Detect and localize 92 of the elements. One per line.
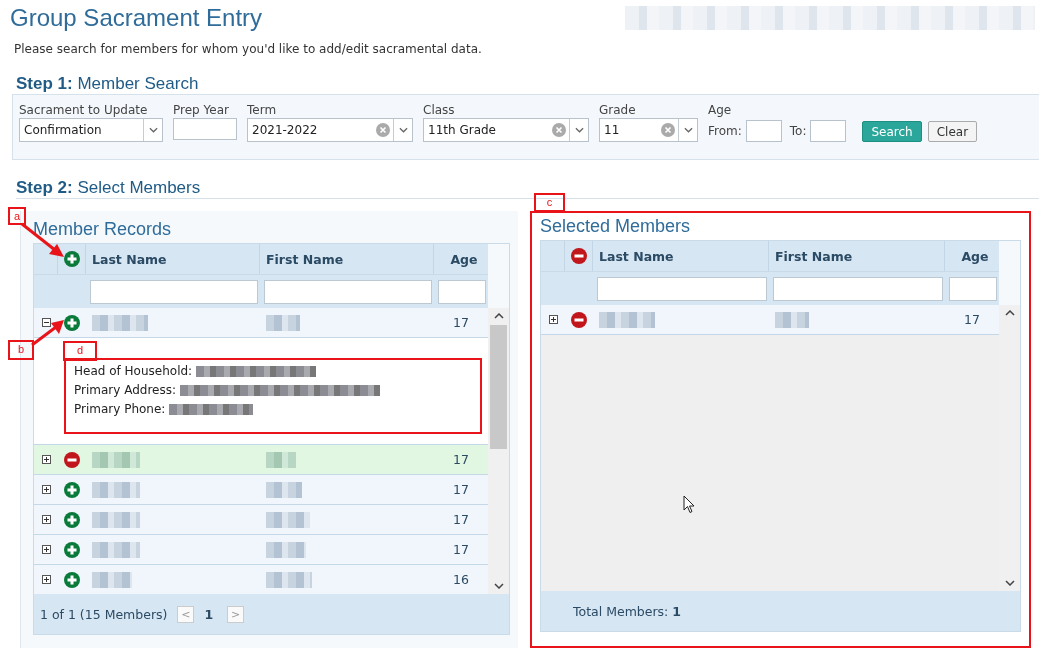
redacted-text — [92, 541, 140, 558]
total-members: Total Members: 1 — [572, 603, 681, 619]
redacted-text — [92, 571, 132, 588]
table-cell-text: 17 — [452, 481, 470, 499]
field-label: Age — [708, 103, 733, 117]
table-cell-text: 17 — [452, 451, 470, 469]
detail-label: Primary Address: — [74, 383, 177, 397]
table-row[interactable]: 17 — [541, 305, 999, 335]
filter-field[interactable] — [438, 279, 486, 304]
text-field[interactable] — [173, 118, 237, 140]
redacted-text — [92, 451, 140, 468]
redacted-text — [92, 481, 140, 498]
redacted-text — [266, 511, 310, 528]
filter-field[interactable] — [90, 279, 258, 304]
scrollbar[interactable] — [999, 305, 1020, 591]
remove-icon[interactable] — [64, 451, 80, 468]
caret-icon — [398, 127, 408, 133]
dropdown-field[interactable]: Confirmation — [19, 118, 163, 142]
add-icon[interactable] — [64, 511, 80, 528]
field-label: Class — [423, 103, 456, 117]
field-label: Term — [247, 103, 278, 117]
expand-icon[interactable] — [41, 575, 51, 584]
annotation-label: d — [63, 341, 97, 361]
collapse-icon[interactable] — [41, 318, 51, 327]
remove-icon[interactable] — [570, 248, 587, 264]
scrollbar[interactable] — [488, 308, 509, 594]
annotation-label: a — [8, 207, 26, 225]
panel-title: Member Records — [33, 219, 173, 241]
redacted-text — [775, 311, 809, 328]
intro-text: Please search for members for whom you'd like to add/edit sacramental data. — [14, 42, 483, 56]
table-cell-text: 17 — [452, 541, 470, 559]
scroll-down-icon[interactable] — [493, 583, 504, 589]
redacted-text — [92, 314, 148, 331]
redacted-text — [266, 314, 300, 331]
mouse-pointer-icon — [683, 495, 695, 514]
add-icon[interactable] — [64, 481, 80, 498]
filter-field[interactable] — [264, 279, 432, 304]
column-header[interactable]: Age — [434, 244, 488, 274]
expand-icon[interactable] — [548, 315, 558, 324]
table-cell-text: 16 — [452, 571, 470, 589]
caret-icon — [148, 127, 158, 133]
table-cell-text: 17 — [963, 311, 981, 329]
caret-icon — [574, 127, 584, 133]
combo-field[interactable]: 2021-2022 — [247, 118, 413, 142]
redacted-text — [266, 481, 302, 498]
table-cell-text: 17 — [452, 314, 470, 332]
section-heading: Step 1: Member Search — [16, 74, 200, 94]
remove-icon[interactable] — [571, 311, 587, 328]
scroll-down-icon[interactable] — [1004, 580, 1015, 586]
add-icon[interactable] — [64, 541, 80, 558]
redacted-text — [92, 511, 140, 528]
combo-field[interactable]: 11 — [599, 118, 698, 142]
age-from-field[interactable] — [745, 120, 782, 142]
expand-icon[interactable] — [41, 545, 51, 554]
scroll-up-icon[interactable] — [493, 313, 504, 319]
page-number[interactable]: 1 — [204, 606, 214, 622]
add-icon[interactable] — [64, 314, 80, 331]
filter-field[interactable] — [949, 276, 997, 301]
detail-label: Head of Household: — [74, 364, 193, 378]
expand-icon[interactable] — [41, 485, 51, 494]
age-to-field[interactable] — [810, 120, 847, 142]
filter-field[interactable] — [597, 276, 767, 301]
redacted-text — [599, 311, 655, 328]
annotation-label: b — [8, 340, 34, 360]
table-row[interactable]: 17 — [34, 445, 488, 475]
scroll-up-icon[interactable] — [1004, 310, 1015, 316]
add-icon[interactable] — [64, 571, 80, 588]
add-icon[interactable] — [63, 251, 80, 267]
field-label: Grade — [599, 103, 637, 117]
column-header[interactable]: Age — [945, 241, 999, 271]
filter-field[interactable] — [773, 276, 943, 301]
clear-button[interactable]: Clear — [927, 121, 978, 142]
redacted-text — [266, 541, 306, 558]
field-label: From: — [708, 124, 742, 138]
redacted-text — [266, 571, 312, 588]
table-cell-text: 17 — [452, 511, 470, 529]
section-heading: Step 2: Select Members — [16, 178, 1039, 199]
expand-icon[interactable] — [41, 515, 51, 524]
annotation-arrow — [31, 320, 64, 347]
field-label: To: — [789, 124, 807, 138]
field-label: Sacrament to Update — [19, 103, 149, 117]
caret-icon — [683, 127, 693, 133]
expand-icon[interactable] — [41, 455, 51, 464]
panel-title: Selected Members — [540, 216, 692, 238]
pager-summary: 1 of 1 (15 Members) — [40, 606, 168, 622]
field-label: Prep Year — [173, 103, 230, 117]
page-title: Group Sacrament Entry — [10, 4, 263, 32]
redacted-text — [266, 451, 296, 468]
scrollbar-thumb[interactable] — [490, 325, 507, 449]
annotation-label: c — [534, 193, 565, 212]
combo-field[interactable]: 11th Grade — [423, 118, 589, 142]
detail-label: Primary Phone: — [74, 402, 166, 416]
